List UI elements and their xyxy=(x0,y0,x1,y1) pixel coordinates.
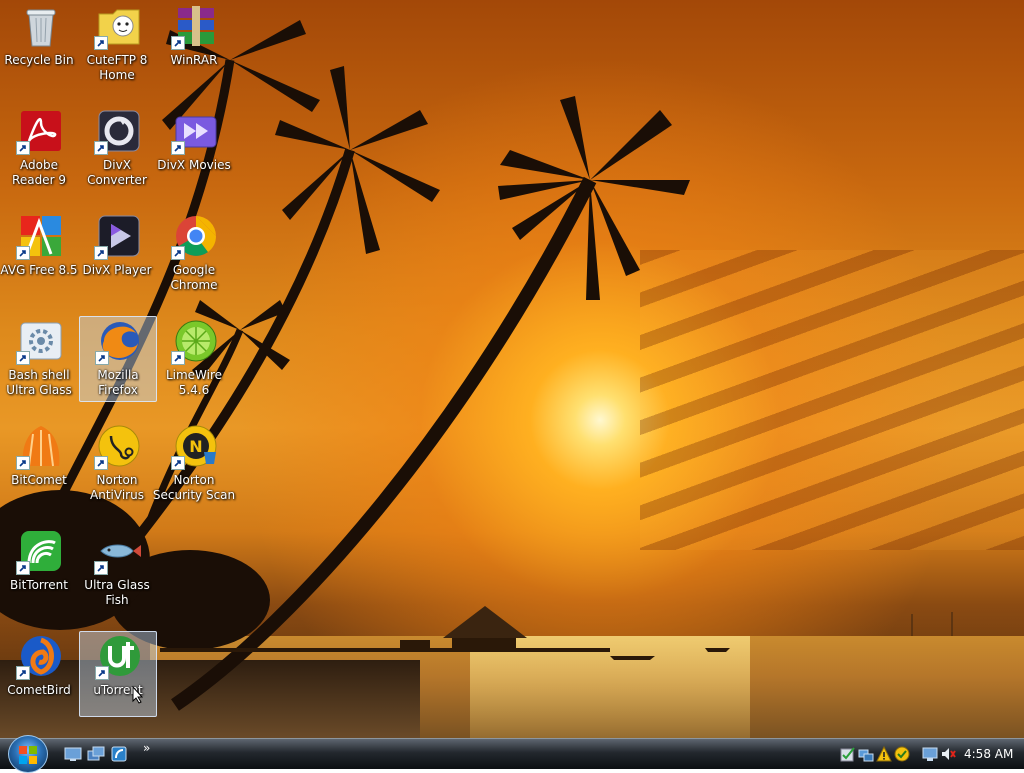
desktop-icon-label: DivX Movies xyxy=(157,158,231,172)
desktop-icon-adobe-reader[interactable]: Adobe Reader 9 xyxy=(1,107,77,191)
desktop-icon-recycle-bin[interactable]: Recycle Bin xyxy=(1,2,77,86)
desktop-icon-ultra-glass-fish[interactable]: Ultra Glass Fish xyxy=(79,527,155,611)
shortcut-arrow-icon xyxy=(171,351,185,365)
desktop-icon-utorrent[interactable]: uTorrent xyxy=(79,631,157,717)
quick-launch-app-icon xyxy=(111,746,127,762)
shortcut-arrow-icon xyxy=(16,246,30,260)
desktop-icon-divx-converter[interactable]: DivX Converter xyxy=(79,107,155,191)
desktop-icon-label: LimeWire 5.4.6 xyxy=(165,368,223,397)
volume-muted-icon[interactable] xyxy=(940,746,956,762)
desktop-icon-bitcomet[interactable]: BitComet xyxy=(1,422,77,506)
desktop-icon-avg[interactable]: AVG Free 8.5 xyxy=(0,212,78,296)
show-desktop-button[interactable] xyxy=(64,746,82,762)
switch-windows-icon xyxy=(87,746,105,761)
show-desktop-icon xyxy=(64,747,82,761)
shortcut-arrow-icon xyxy=(16,561,30,575)
shortcut-arrow-icon xyxy=(94,246,108,260)
shortcut-arrow-icon xyxy=(16,141,30,155)
quick-launch-overflow-chevron[interactable]: » xyxy=(143,741,150,755)
desktop-icon-label: CuteFTP 8 Home xyxy=(86,53,148,82)
desktop-icon-firefox[interactable]: Mozilla Firefox xyxy=(79,316,157,402)
desktop-icon-cuteftp[interactable]: CuteFTP 8 Home xyxy=(79,2,155,86)
mouse-cursor-icon xyxy=(132,686,144,704)
shortcut-arrow-icon xyxy=(16,351,30,365)
desktop-icon-label: Norton Security Scan xyxy=(152,473,236,502)
quick-launch-app-button[interactable] xyxy=(110,746,128,762)
desktop-icon-label: uTorrent xyxy=(93,683,143,697)
desktop-icon-norton-antivirus[interactable]: Norton AntiVirus xyxy=(79,422,155,506)
shortcut-arrow-icon xyxy=(94,561,108,575)
desktop-icon-cometbird[interactable]: CometBird xyxy=(1,632,77,716)
desktop-icon-label: WinRAR xyxy=(170,53,218,67)
shortcut-arrow-icon xyxy=(94,141,108,155)
shortcut-arrow-icon xyxy=(95,666,109,680)
shortcut-arrow-icon xyxy=(95,351,109,365)
display-icon[interactable] xyxy=(922,746,938,762)
switch-windows-button[interactable] xyxy=(87,746,105,762)
desktop-icon-norton-security-scan[interactable]: N Norton Security Scan xyxy=(153,422,235,506)
desktop-icon-label: CometBird xyxy=(7,683,71,697)
desktop-icon-divx-player[interactable]: DivX Player xyxy=(79,212,155,296)
desktop-icon-label: BitComet xyxy=(11,473,67,487)
shortcut-arrow-icon xyxy=(171,141,185,155)
desktop-icon-bittorrent[interactable]: BitTorrent xyxy=(1,527,77,611)
desktop-icon-label: Recycle Bin xyxy=(4,53,74,67)
shortcut-arrow-icon xyxy=(16,456,30,470)
shortcut-arrow-icon xyxy=(171,456,185,470)
shortcut-arrow-icon xyxy=(171,246,185,260)
svg-text:N: N xyxy=(189,437,202,456)
desktop-icon-label: DivX Player xyxy=(82,263,152,277)
desktop-icon-label: BitTorrent xyxy=(10,578,68,592)
recycle-bin-icon xyxy=(19,4,63,48)
system-tray: 4:58 AM xyxy=(836,742,1024,768)
desktop-icon-label: Ultra Glass Fish xyxy=(84,578,150,607)
security-check-icon[interactable] xyxy=(840,746,856,762)
shortcut-arrow-icon xyxy=(94,36,108,50)
desktop-icon-bash-shell[interactable]: Bash shell Ultra Glass xyxy=(1,317,77,401)
desktop-icon-label: AVG Free 8.5 xyxy=(0,263,78,277)
taskbar-clock[interactable]: 4:58 AM xyxy=(964,747,1013,761)
desktop-icon-label: Mozilla Firefox xyxy=(97,368,139,397)
desktop-icon-label: Google Chrome xyxy=(170,263,218,292)
desktop-icon-google-chrome[interactable]: Google Chrome xyxy=(156,212,232,296)
shortcut-arrow-icon xyxy=(16,666,30,680)
warning-icon[interactable] xyxy=(876,746,892,762)
desktop-icon-divx-movies[interactable]: DivX Movies xyxy=(156,107,232,191)
desktop-icon-label: Bash shell Ultra Glass xyxy=(6,368,72,397)
desktop-icon-label: Norton AntiVirus xyxy=(90,473,144,502)
desktop-icon-label: DivX Converter xyxy=(87,158,147,187)
network-icon[interactable] xyxy=(858,746,874,762)
norton-icon[interactable] xyxy=(894,746,910,762)
windows-logo-icon xyxy=(19,746,37,764)
desktop-icon-limewire[interactable]: LimeWire 5.4.6 xyxy=(156,317,232,401)
desktop-wallpaper[interactable]: Recycle Bin Adobe Reader 9 AVG Free 8.5 … xyxy=(0,0,1024,738)
taskbar: » 4:58 AM xyxy=(0,735,1024,773)
start-button[interactable] xyxy=(8,735,48,773)
desktop-icon-winrar[interactable]: WinRAR xyxy=(156,2,232,86)
desktop-icon-label: Adobe Reader 9 xyxy=(12,158,66,187)
shortcut-arrow-icon xyxy=(94,456,108,470)
shortcut-arrow-icon xyxy=(171,36,185,50)
